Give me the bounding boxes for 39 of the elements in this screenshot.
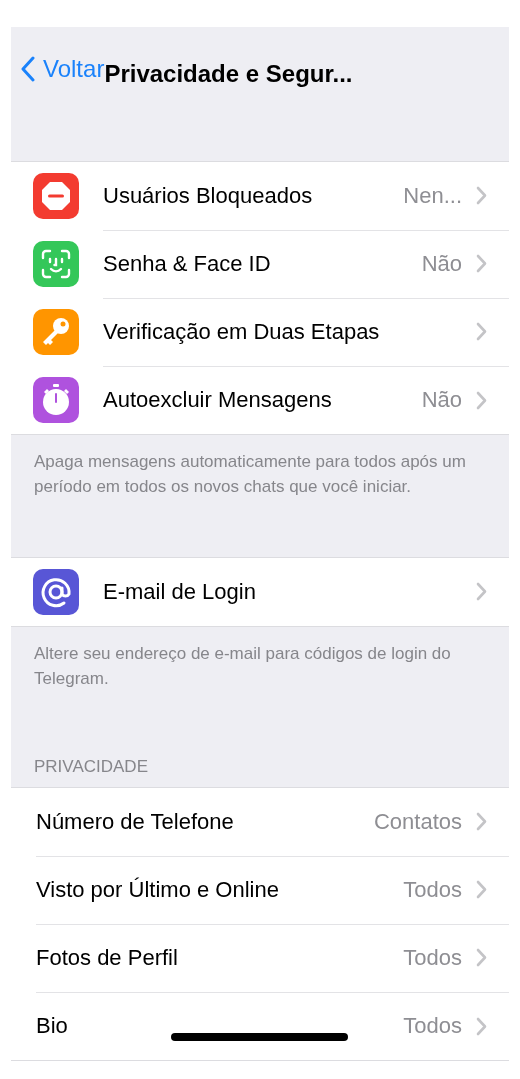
settings-row[interactable]: E-mail de Login xyxy=(11,557,509,626)
settings-row[interactable]: Fotos de Perfil Todos xyxy=(11,924,509,992)
page-title: Privacidade e Segur... xyxy=(104,59,353,89)
row-label: E-mail de Login xyxy=(103,578,256,605)
row-label: Autoexcluir Mensagens xyxy=(103,387,332,414)
section-footer: Altere seu endereço de e-mail para códigos de login do Telegram. xyxy=(34,643,451,688)
chevron-icon xyxy=(476,880,487,899)
chevron-icon xyxy=(476,1016,487,1036)
settings-row[interactable]: Número de Telefone Contatos xyxy=(11,788,509,856)
settings-row[interactable]: Usuários Bloqueados Nen... xyxy=(11,162,509,231)
row-value: Não xyxy=(421,251,462,277)
row-value: Todos xyxy=(403,944,462,971)
row-label: Visto por Último e Online xyxy=(36,876,279,903)
settings-row[interactable]: Verificação em Duas Etapas xyxy=(11,298,509,367)
section-header: PRIVACIDADE xyxy=(34,757,148,777)
row-value: Contatos xyxy=(373,808,462,835)
settings-row[interactable]: Visto por Último e Online Todos xyxy=(11,856,509,924)
chevron-icon xyxy=(476,582,487,602)
chevron-icon xyxy=(476,186,487,206)
settings-row[interactable]: Bio Todos xyxy=(11,992,509,1060)
row-value: Todos xyxy=(403,876,462,903)
chevron-icon xyxy=(476,812,487,831)
row-value: Não xyxy=(421,387,462,414)
chevron-icon xyxy=(476,254,487,274)
row-value: Todos xyxy=(403,1013,462,1039)
row-label: Senha & Face ID xyxy=(103,251,271,277)
chevron-icon xyxy=(476,948,487,967)
settings-row[interactable]: Autoexcluir Mensagens Não xyxy=(11,366,509,435)
chevron-icon xyxy=(476,391,487,410)
row-label: Usuários Bloqueados xyxy=(103,183,313,209)
row-label: Verificação em Duas Etapas xyxy=(103,319,380,345)
chevron-icon xyxy=(476,322,487,342)
row-label: Número de Telefone xyxy=(36,808,234,835)
section-footer: Apaga mensagens automaticamente para todos após um período em todos os novos chats que você iniciar. xyxy=(34,452,466,497)
row-label: Fotos de Perfil xyxy=(36,944,178,971)
row-value: Nen... xyxy=(403,183,462,209)
row-label: Bio xyxy=(36,1013,68,1039)
settings-row[interactable]: Senha & Face ID Não xyxy=(11,230,509,299)
back-chevron-icon xyxy=(21,56,35,82)
